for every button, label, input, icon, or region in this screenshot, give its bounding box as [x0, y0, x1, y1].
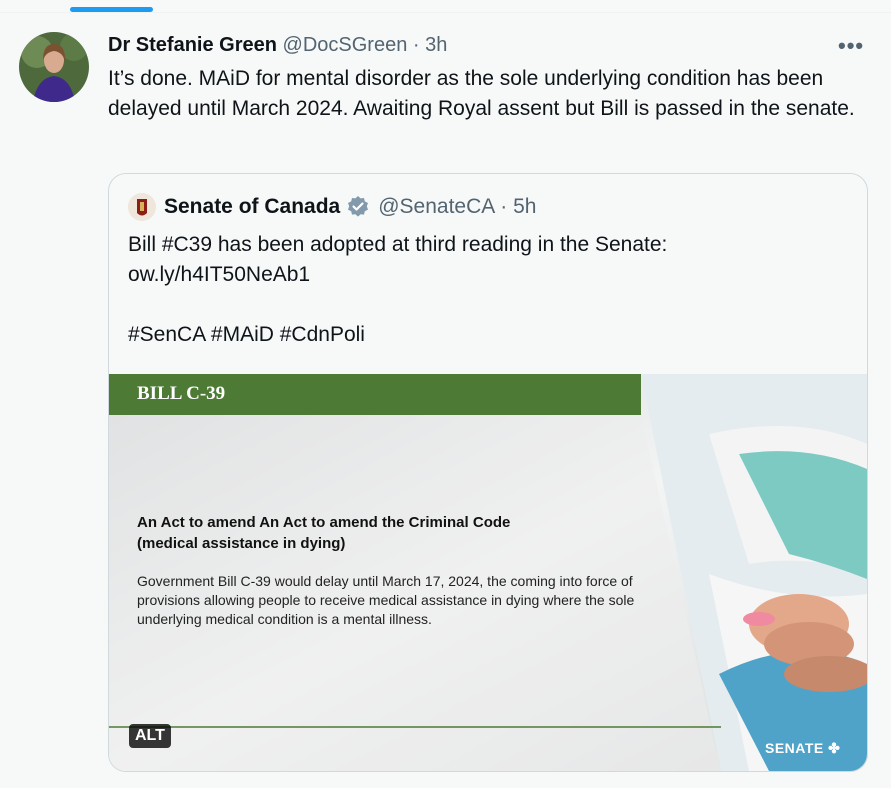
- author-name[interactable]: Dr Stefanie Green: [108, 34, 277, 56]
- senate-emblem-icon: [128, 193, 156, 221]
- quoted-tweet-image[interactable]: BILL C-39 An Act to amend An Act to amen…: [109, 374, 867, 771]
- more-options-icon[interactable]: •••: [838, 33, 864, 59]
- tweet-time[interactable]: · 3h: [413, 34, 447, 56]
- tweet-text: It’s done. MAiD for mental disorder as t…: [108, 67, 855, 120]
- bill-title: BILL C-39: [137, 383, 226, 404]
- quoted-tweet-text: Bill #C39 has been adopted at third read…: [128, 233, 668, 346]
- act-title: An Act to amend An Act to amend the Crim…: [137, 514, 511, 552]
- senate-logo-avatar[interactable]: [128, 193, 156, 221]
- active-tab-indicator: [70, 7, 153, 12]
- bill-title-bar: BILL C-39: [109, 374, 641, 415]
- avatar[interactable]: [19, 32, 89, 102]
- quoted-author-handle[interactable]: @SenateCA: [378, 195, 495, 219]
- senate-logo-text: SENATE: [765, 740, 824, 756]
- avatar-image: [19, 32, 89, 102]
- quoted-tweet[interactable]: Senate of Canada @SenateCA · 5h Bill #C3…: [108, 173, 868, 772]
- verified-badge-icon: [348, 196, 369, 217]
- author-handle[interactable]: @DocSGreen: [283, 34, 408, 56]
- maple-leaf-icon: ✤: [828, 740, 841, 756]
- senate-logo: SENATE ✤: [765, 740, 840, 757]
- act-description: Government Bill C-39 would delay until M…: [137, 573, 635, 627]
- quoted-author-name[interactable]: Senate of Canada: [164, 195, 340, 219]
- alt-text-button[interactable]: ALT: [129, 724, 171, 748]
- quoted-tweet-header: Senate of Canada @SenateCA · 5h: [128, 193, 536, 221]
- quoted-tweet-time[interactable]: · 5h: [500, 195, 536, 219]
- tweet-header: Dr Stefanie Green @DocSGreen · 3h: [108, 34, 447, 57]
